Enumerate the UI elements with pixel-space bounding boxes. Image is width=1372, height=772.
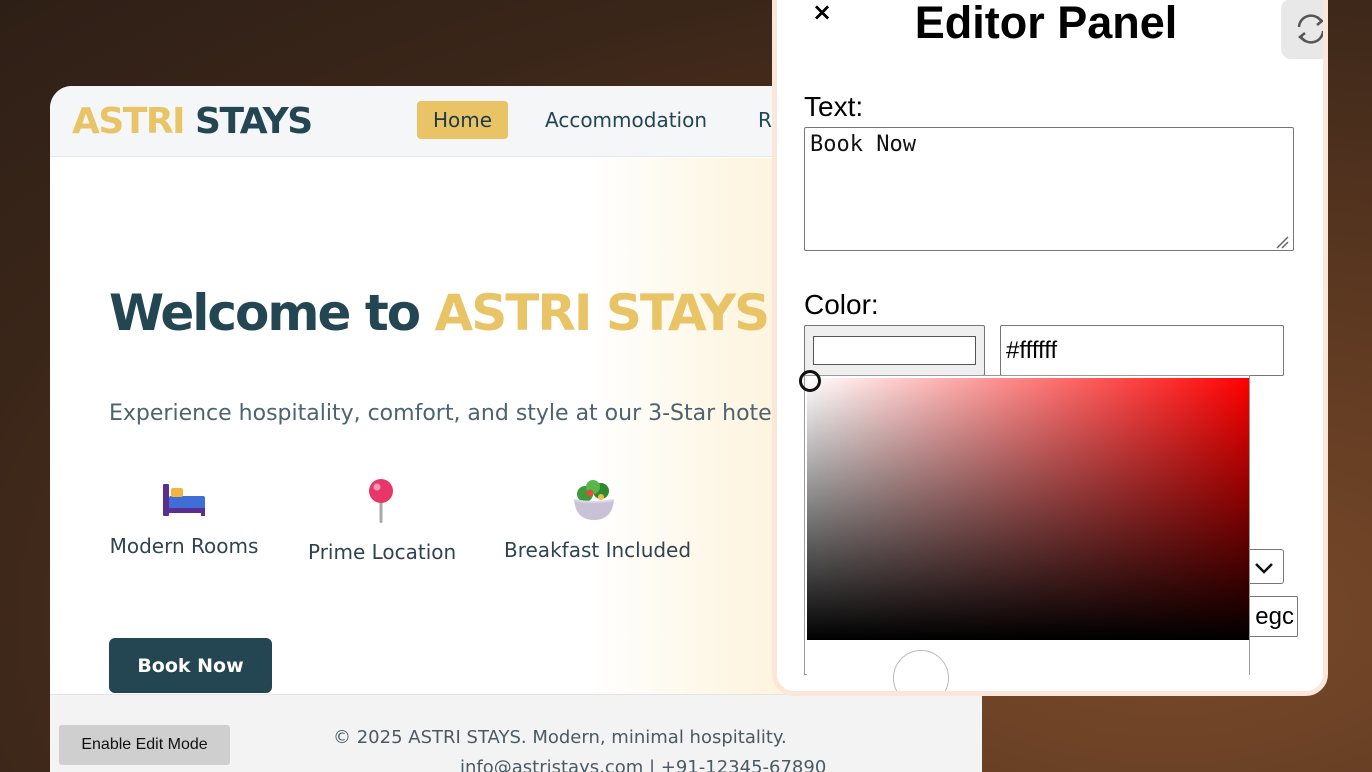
refresh-icon xyxy=(1297,14,1323,44)
logo-part-astri: ASTRI xyxy=(72,101,185,142)
hero-subtitle: Experience hospitality, comfort, and sty… xyxy=(109,401,803,426)
feature-prime-location: Prime Location xyxy=(308,478,457,564)
nav-item-accommodation[interactable]: Accommodation xyxy=(529,101,723,139)
color-field-label: Color: xyxy=(804,289,879,320)
feature-modern-rooms: Modern Rooms xyxy=(109,478,259,558)
feature-label: Prime Location xyxy=(308,540,457,564)
refresh-button[interactable] xyxy=(1281,0,1323,59)
book-now-button[interactable]: Book Now xyxy=(109,638,272,693)
hex-color-input[interactable] xyxy=(1000,325,1284,376)
color-picker-popup xyxy=(799,370,1250,691)
font-family-input[interactable]: egc xyxy=(1243,596,1298,637)
text-input[interactable]: Book Now xyxy=(804,127,1294,251)
hero-title-brand: ASTRI STAYS xyxy=(434,284,771,342)
logo-part-stays: STAYS xyxy=(195,101,313,142)
bed-icon xyxy=(163,484,205,516)
feature-label: Breakfast Included xyxy=(504,538,692,562)
nav-item-home[interactable]: Home xyxy=(417,101,509,139)
editor-panel: × Editor Panel Text: Book Now Color: egc xyxy=(772,0,1328,696)
hero-title: Welcome to ASTRI STAYS xyxy=(109,284,771,342)
enable-edit-mode-button[interactable]: Enable Edit Mode xyxy=(59,725,230,765)
salad-bowl-icon xyxy=(573,480,615,520)
hue-slider-handle[interactable] xyxy=(893,650,949,691)
panel-title: Editor Panel xyxy=(914,0,1178,48)
feature-label: Modern Rooms xyxy=(109,534,259,558)
site-logo[interactable]: ASTRI STAYS xyxy=(72,100,313,144)
chevron-down-icon xyxy=(1255,563,1273,574)
map-pin-icon xyxy=(369,479,393,523)
saturation-area[interactable] xyxy=(799,370,1249,640)
hero-title-welcome: Welcome to xyxy=(109,284,435,342)
text-field-label: Text: xyxy=(804,91,864,122)
color-swatch xyxy=(813,336,976,365)
color-swatch-button[interactable] xyxy=(804,325,985,376)
feature-breakfast: Breakfast Included xyxy=(504,478,692,562)
resize-handle-icon[interactable] xyxy=(1275,235,1289,249)
hue-slider-area[interactable] xyxy=(807,642,1249,691)
saturation-handle[interactable] xyxy=(799,370,821,392)
